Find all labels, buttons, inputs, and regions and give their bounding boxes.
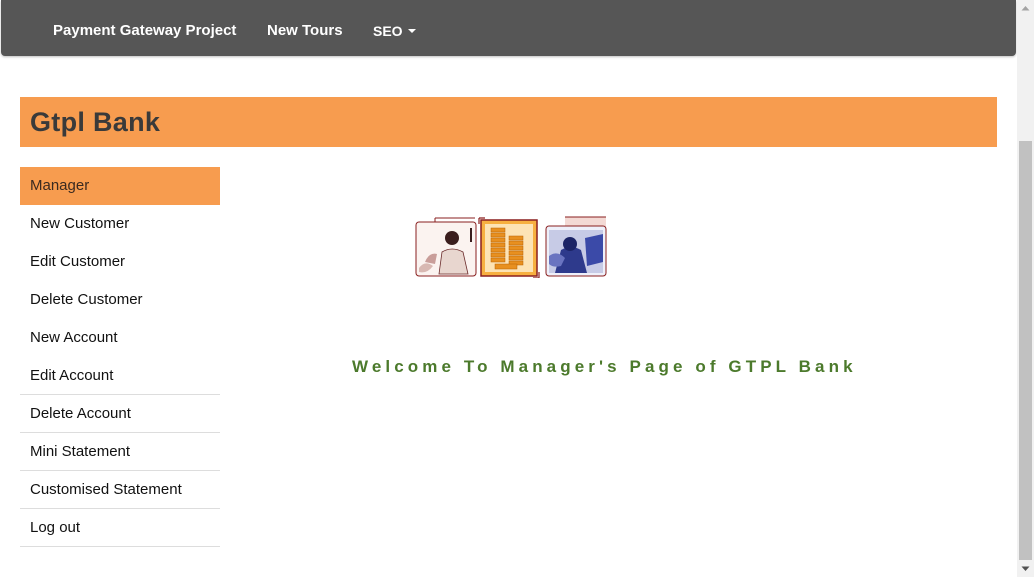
banner-panel-coins (478, 217, 540, 278)
menu-item-delete-account[interactable]: Delete Account (20, 395, 220, 433)
nav-payment-gateway-project[interactable]: Payment Gateway Project (53, 0, 236, 56)
vertical-scrollbar[interactable] (1017, 0, 1034, 577)
nav-seo-label: SEO (373, 23, 403, 39)
menu-item-new-customer[interactable]: New Customer (20, 205, 220, 243)
caret-down-icon (407, 29, 416, 34)
welcome-message: Welcome To Manager's Page of GTPL Bank (352, 357, 857, 376)
menu-item-log-out[interactable]: Log out (20, 509, 220, 547)
sidebar-menu: Manager New Customer Edit Customer Delet… (20, 167, 220, 547)
bank-header: Gtpl Bank (20, 97, 997, 147)
top-navbar: Payment Gateway Project New Tours SEO (1, 0, 1016, 56)
nav-new-tours[interactable]: New Tours (267, 0, 343, 56)
menu-item-customised-statement[interactable]: Customised Statement (20, 471, 220, 509)
scrollbar-thumb[interactable] (1019, 141, 1032, 560)
banner-panel-phone (415, 217, 477, 277)
menu-item-mini-statement[interactable]: Mini Statement (20, 433, 220, 471)
menu-item-edit-account[interactable]: Edit Account (20, 357, 220, 395)
menu-item-delete-customer[interactable]: Delete Customer (20, 281, 220, 319)
banner-panel-computer (545, 216, 607, 277)
nav-seo-dropdown[interactable]: SEO (373, 0, 416, 56)
page-title: Gtpl Bank (30, 107, 161, 137)
menu-item-new-account[interactable]: New Account (20, 319, 220, 357)
scroll-down-arrow-icon[interactable] (1017, 560, 1034, 577)
scroll-up-arrow-icon[interactable] (1017, 0, 1034, 17)
bank-banner-image (415, 216, 607, 278)
page: Payment Gateway Project New Tours SEO Gt… (0, 0, 1017, 577)
menu-item-manager[interactable]: Manager (20, 167, 220, 205)
menu-item-edit-customer[interactable]: Edit Customer (20, 243, 220, 281)
